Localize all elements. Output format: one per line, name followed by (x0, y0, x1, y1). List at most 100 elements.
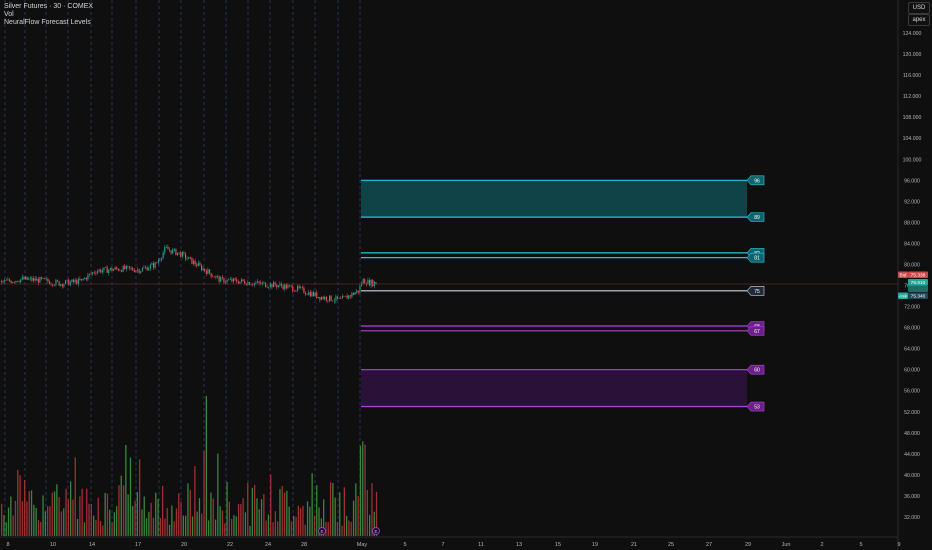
volume-bar (143, 496, 145, 536)
candle-body (17, 280, 19, 282)
earnings-event-marker[interactable]: E (318, 527, 326, 535)
time-tick-label: 14 (89, 542, 95, 548)
price-candles (1, 244, 377, 304)
candle-body (348, 295, 350, 299)
volume-bar (60, 511, 63, 536)
candle-body (228, 279, 230, 281)
time-tick-label: 13 (516, 542, 522, 548)
candle-body (170, 250, 172, 254)
candle-body (354, 292, 356, 295)
volume-bar (228, 501, 230, 536)
volume-bar (279, 489, 281, 536)
bid-price-tag[interactable]: 75.338 (908, 271, 928, 279)
candle-body (157, 260, 159, 263)
countdown-tag[interactable] (908, 285, 928, 293)
candle-body (92, 272, 94, 274)
candle-body (346, 295, 348, 299)
volume-bar (366, 490, 368, 536)
candle-body (341, 296, 343, 299)
candle-body (108, 269, 110, 273)
chart-canvas[interactable]: 968982817568676053 124.000120.000116.000… (0, 0, 932, 550)
price-tick-label: 92.000 (904, 199, 920, 205)
ask-tag[interactable]: Ask (898, 292, 908, 300)
forecast-level-tag[interactable]: 67 (746, 325, 765, 336)
candle-body (153, 263, 155, 268)
candle-body (268, 287, 270, 288)
candle-body (90, 273, 92, 275)
volume-bar (118, 485, 120, 536)
price-tick-label: 80.000 (904, 263, 920, 269)
candle-body (47, 279, 49, 282)
candle-body (301, 287, 303, 288)
volume-bar (70, 481, 72, 536)
volume-bar (286, 490, 288, 536)
volume-bar (125, 445, 127, 536)
candle-body (74, 280, 76, 282)
volume-bar (249, 525, 251, 536)
volume-bar (295, 516, 297, 536)
volume-bar (134, 501, 136, 536)
candle-body (66, 279, 68, 281)
forecast-level-tag[interactable]: 89 (746, 212, 765, 222)
forecast-level-tag[interactable]: 75 (746, 285, 765, 296)
volume-bar (352, 500, 355, 536)
volume-bar (40, 521, 42, 536)
candle-body (89, 273, 91, 275)
volume-indicator-label[interactable]: Vol (4, 11, 93, 19)
volume-bar (290, 521, 293, 536)
volume-bar (166, 507, 168, 536)
volume-bar (164, 518, 166, 536)
candle-body (207, 269, 209, 274)
price-tick-label: 44.000 (904, 452, 920, 458)
candle-body (231, 279, 233, 282)
candle-body (303, 287, 305, 293)
forecast-level-tag[interactable]: 96 (746, 175, 765, 186)
volume-bar (304, 524, 306, 536)
volume-bar (155, 492, 157, 536)
volume-bar (139, 459, 141, 536)
volume-bar (67, 499, 69, 536)
volume-bar (224, 523, 226, 536)
earnings-event-marker[interactable]: E (372, 527, 380, 535)
volume-bar (14, 500, 17, 536)
candle-body (2, 280, 4, 282)
candle-body (21, 277, 23, 280)
volume-bar (173, 521, 175, 536)
candle-body (321, 297, 323, 300)
bid-tag[interactable]: Bid (898, 271, 908, 279)
ask-price-tag[interactable]: 75.340 (908, 292, 928, 300)
volume-bar (189, 489, 191, 536)
volume-bar (1, 503, 3, 536)
candle-body (10, 281, 12, 283)
volume-bar (95, 519, 97, 536)
forecast-indicator-label[interactable]: NeuralFlow Forecast Levels (4, 19, 93, 27)
candle-body (223, 278, 225, 283)
candle-body (65, 280, 67, 284)
candle-body (241, 279, 243, 282)
forecast-level-tag[interactable]: 81 (746, 252, 765, 263)
time-tick-label: 19 (592, 542, 598, 548)
volume-bar (51, 492, 53, 536)
time-tick-label: 21 (631, 542, 637, 548)
volume-bar (83, 522, 86, 536)
last-price-tag[interactable]: 76.610 (908, 279, 928, 286)
candle-body (226, 279, 228, 282)
volume-bar (17, 469, 19, 536)
price-tick-label: 84.000 (904, 241, 920, 247)
volume-bar (210, 492, 212, 536)
level-tag-label: 96 (754, 178, 760, 184)
candle-body (324, 296, 326, 300)
volume-bar (88, 503, 90, 536)
candle-body (191, 257, 193, 264)
symbol-title[interactable]: Silver Futures · 30 · COMEX (4, 3, 93, 11)
apex-badge[interactable]: apex (908, 14, 930, 26)
candle-body (5, 280, 7, 281)
volume-bar (187, 483, 189, 536)
ask-price-tag-text: 75.340 (911, 294, 926, 300)
volume-bar (86, 488, 88, 536)
candle-body (119, 270, 121, 271)
forecast-level-tag[interactable]: 53 (746, 401, 765, 412)
forecast-level-tag[interactable]: 60 (746, 364, 765, 375)
price-tick-label: 64.000 (904, 347, 920, 353)
currency-button[interactable]: USD (908, 2, 930, 14)
